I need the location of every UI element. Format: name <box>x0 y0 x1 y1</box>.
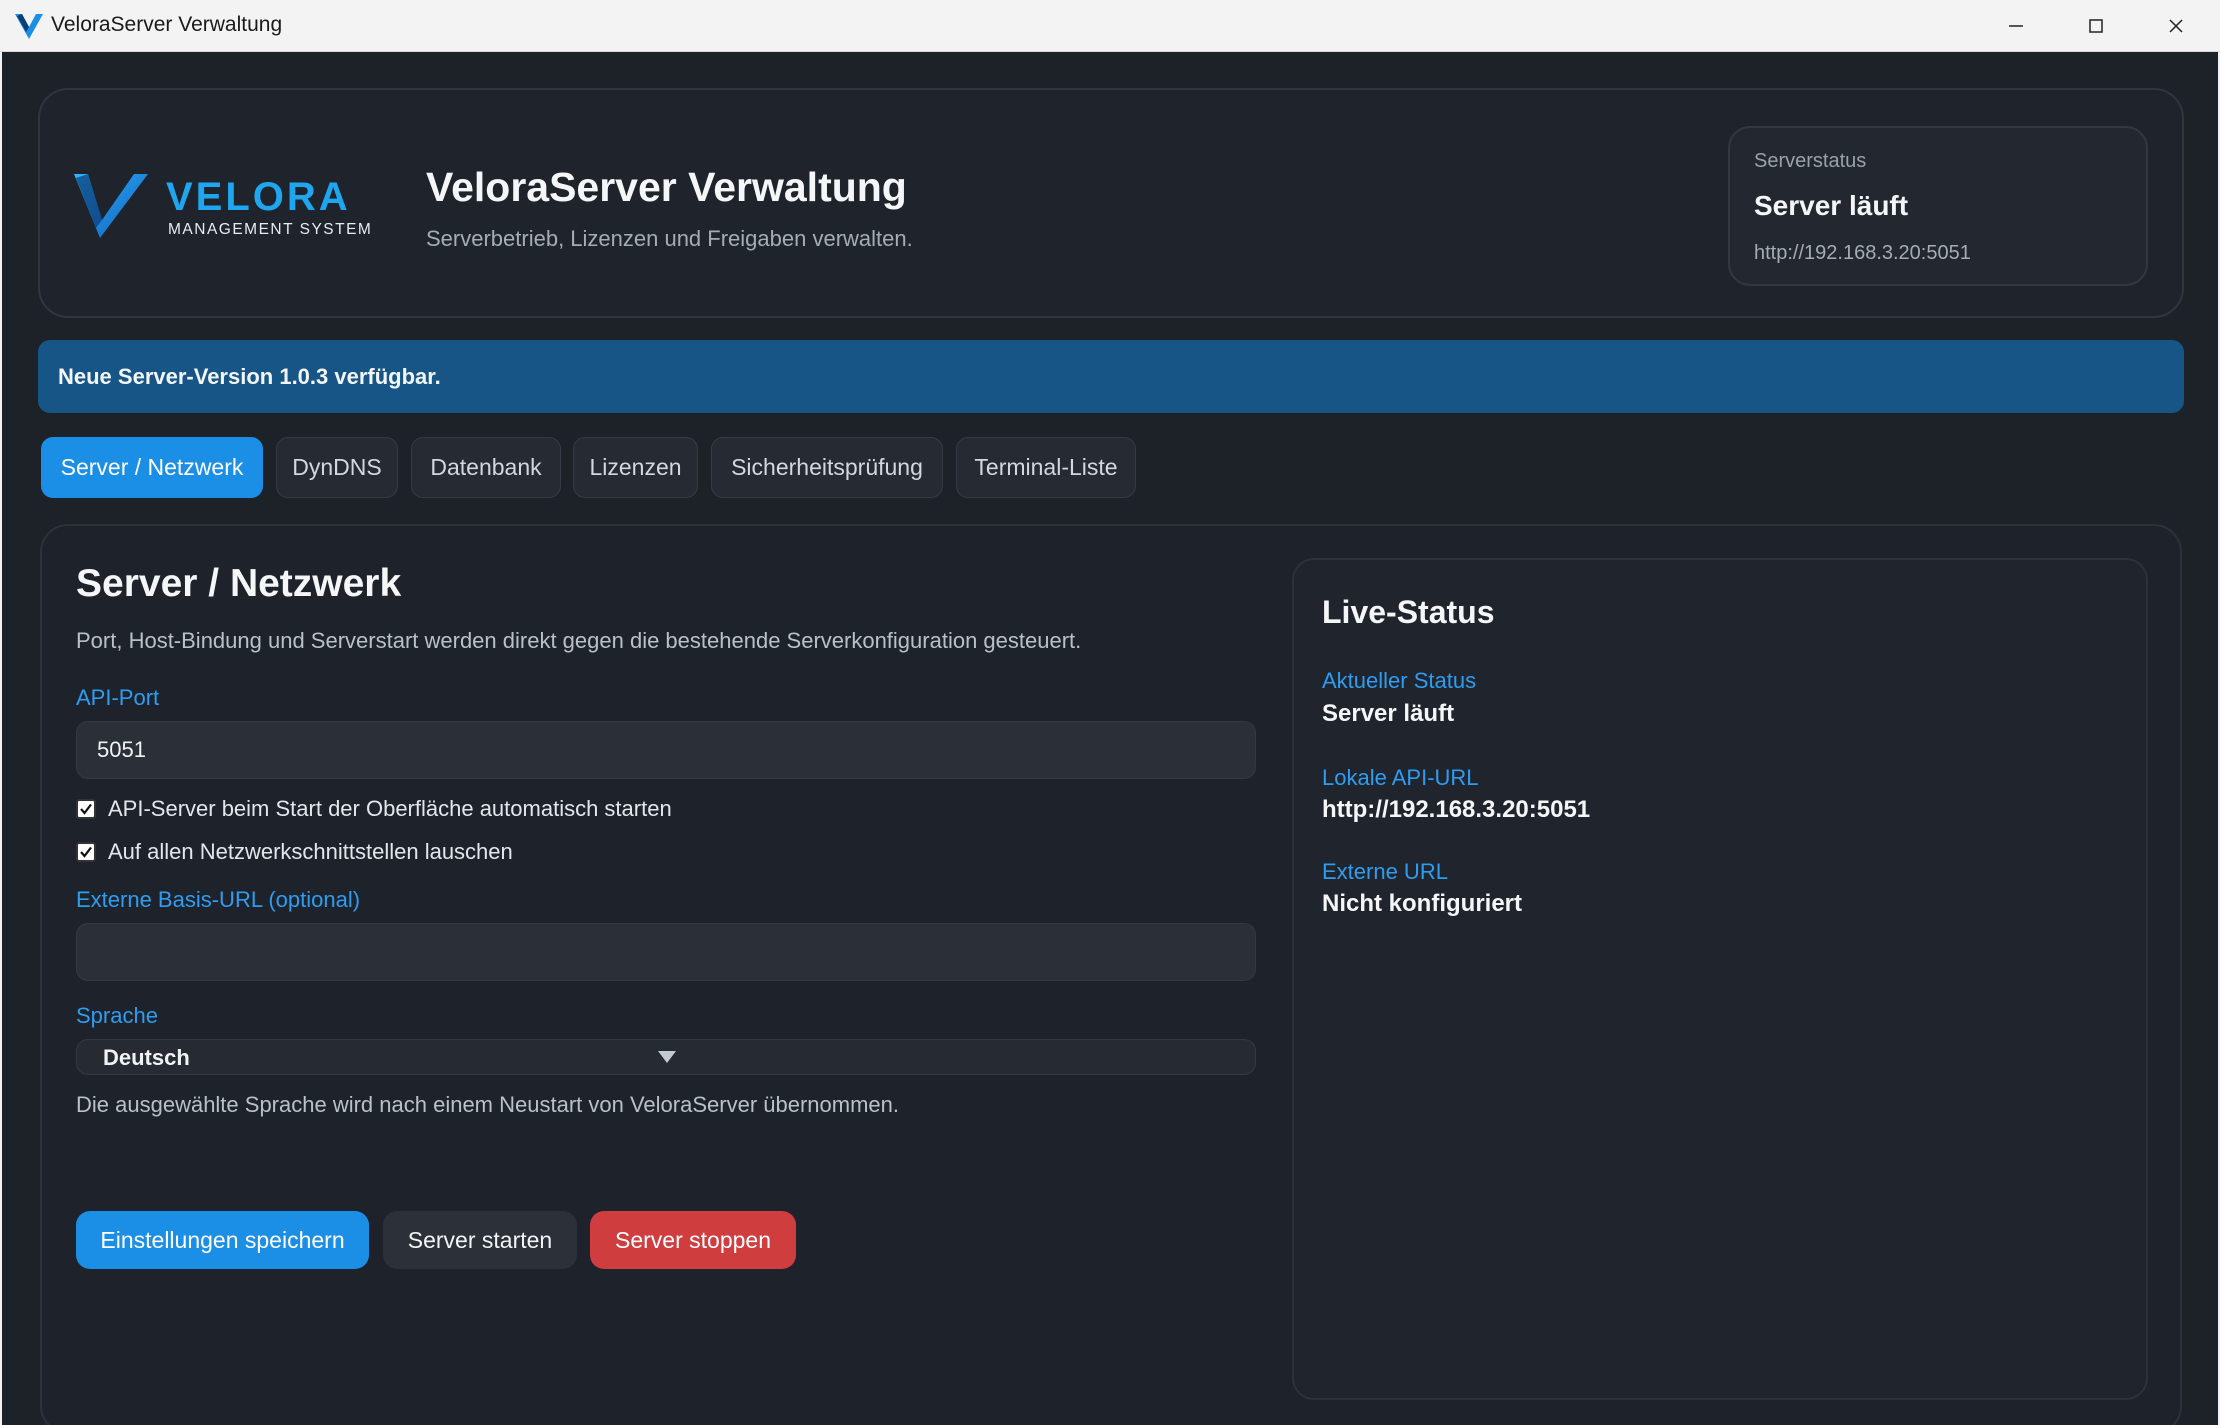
update-banner-text: Neue Server-Version 1.0.3 verfügbar. <box>58 364 441 389</box>
close-button[interactable] <box>2136 0 2216 52</box>
tab-terminal-liste[interactable]: Terminal-Liste <box>956 437 1136 498</box>
api-port-input[interactable] <box>76 721 1256 779</box>
language-label: Sprache <box>76 1003 158 1028</box>
app-logo-icon <box>15 14 43 39</box>
minimize-button[interactable] <box>1976 0 2056 52</box>
listen-all-checkbox[interactable] <box>76 842 96 862</box>
tab-server-netzwerk[interactable]: Server / Netzwerk <box>41 437 263 498</box>
checkmark-icon <box>80 803 92 815</box>
server-status-label: Serverstatus <box>1754 150 1867 172</box>
tab-lizenzen[interactable]: Lizenzen <box>573 437 698 498</box>
server-status-url: http://192.168.3.20:5051 <box>1754 242 1971 264</box>
external-url-status-value: Nicht konfiguriert <box>1322 890 1523 917</box>
local-api-url-label: Lokale API-URL <box>1322 765 1479 790</box>
external-url-input[interactable] <box>76 923 1256 981</box>
language-select[interactable]: Deutsch <box>76 1039 1256 1075</box>
velora-logo: VELORA MANAGEMENT SYSTEM <box>74 174 372 238</box>
svg-text:VELORA: VELORA <box>166 175 351 219</box>
current-status-label: Aktueller Status <box>1322 668 1477 693</box>
window-title: VeloraServer Verwaltung <box>51 13 283 36</box>
tab-sicherheitspruefung[interactable]: Sicherheitsprüfung <box>711 437 943 498</box>
window-titlebar: VeloraServer Verwaltung <box>0 0 2220 52</box>
header-card: VELORA MANAGEMENT SYSTEM VeloraServer Ve… <box>38 88 2184 318</box>
tab-dyndns[interactable]: DynDNS <box>276 437 398 498</box>
listen-all-label: Auf allen Netzwerkschnittstellen lausche… <box>108 839 513 864</box>
update-banner: Neue Server-Version 1.0.3 verfügbar. <box>38 340 2184 413</box>
autostart-checkbox[interactable] <box>76 799 96 819</box>
server-network-panel: Server / Netzwerk Port, Host-Bindung und… <box>40 524 2182 1425</box>
minimize-icon <box>2009 25 2023 27</box>
live-status-title: Live-Status <box>1322 594 1495 630</box>
listen-all-option[interactable]: Auf allen Netzwerkschnittstellen lausche… <box>76 837 513 867</box>
external-url-status-label: Externe URL <box>1322 859 1448 884</box>
app-client-area: VELORA MANAGEMENT SYSTEM VeloraServer Ve… <box>2 52 2218 1425</box>
server-status-box: Serverstatus Server läuft http://192.168… <box>1728 126 2148 286</box>
stop-server-button[interactable]: Server stoppen <box>590 1211 796 1269</box>
app-title: VeloraServer Verwaltung <box>426 164 907 210</box>
save-settings-button[interactable]: Einstellungen speichern <box>76 1211 369 1269</box>
language-select-value: Deutsch <box>103 1045 190 1070</box>
autostart-label: API-Server beim Start der Oberfläche aut… <box>108 796 672 821</box>
section-title: Server / Netzwerk <box>76 562 402 605</box>
checkmark-icon <box>80 846 92 858</box>
api-port-label: API-Port <box>76 685 160 710</box>
dropdown-arrow-icon <box>658 1051 676 1063</box>
tab-datenbank[interactable]: Datenbank <box>411 437 561 498</box>
svg-text:MANAGEMENT SYSTEM: MANAGEMENT SYSTEM <box>168 221 372 238</box>
start-server-button[interactable]: Server starten <box>383 1211 577 1269</box>
close-icon <box>2169 19 2183 33</box>
app-subtitle: Serverbetrieb, Lizenzen und Freigaben ve… <box>426 226 913 251</box>
live-status-card: Live-Status Aktueller Status Server läuf… <box>1292 558 2148 1400</box>
current-status-value: Server läuft <box>1322 700 1455 727</box>
local-api-url-value: http://192.168.3.20:5051 <box>1322 796 1591 823</box>
server-status-value: Server läuft <box>1754 190 1909 221</box>
external-url-label: Externe Basis-URL (optional) <box>76 887 361 912</box>
autostart-option[interactable]: API-Server beim Start der Oberfläche aut… <box>76 794 672 824</box>
maximize-icon <box>2089 19 2103 33</box>
maximize-button[interactable] <box>2056 0 2136 52</box>
language-hint: Die ausgewählte Sprache wird nach einem … <box>76 1092 899 1117</box>
section-description: Port, Host-Bindung und Serverstart werde… <box>76 628 1082 653</box>
